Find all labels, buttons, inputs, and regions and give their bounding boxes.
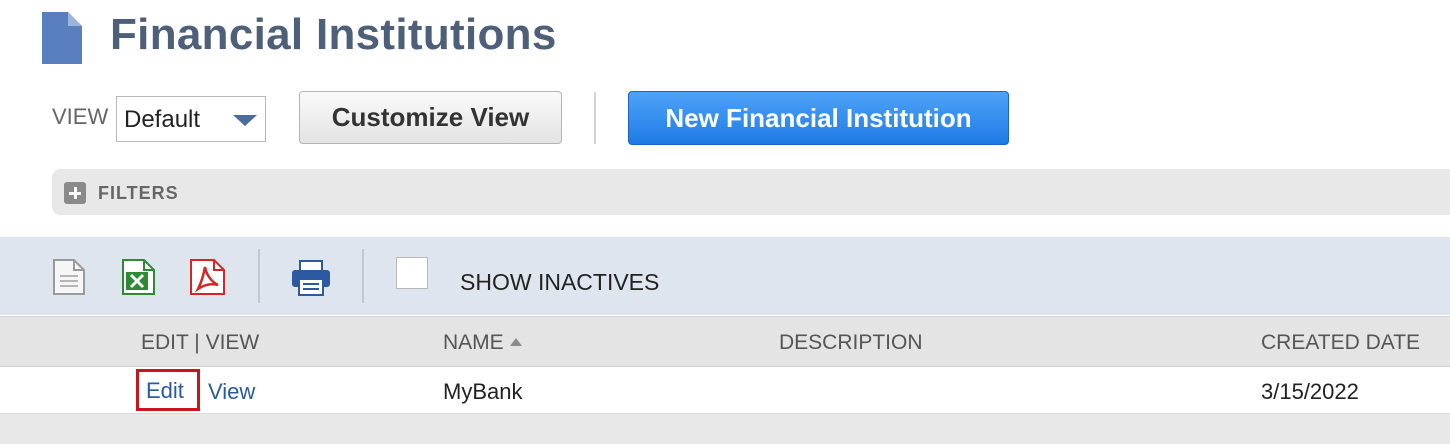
chevron-down-icon	[233, 115, 257, 126]
show-inactives-checkbox[interactable]	[396, 257, 428, 289]
table-header: EDIT | VIEW NAME DESCRIPTION CREATED DAT…	[0, 316, 1450, 367]
plus-icon[interactable]	[64, 182, 86, 204]
view-select[interactable]: Default	[116, 96, 266, 142]
list-toolbar: SHOW INACTIVES	[0, 237, 1450, 315]
new-document-icon[interactable]	[52, 259, 86, 295]
edit-link[interactable]: Edit	[146, 378, 184, 404]
created-date-cell: 3/15/2022	[1261, 379, 1359, 404]
table-row: Edit View MyBank 3/15/2022	[0, 367, 1450, 414]
customize-view-button[interactable]: Customize View	[299, 91, 562, 144]
document-icon	[42, 12, 82, 64]
divider	[594, 92, 596, 144]
name-cell: MyBank	[443, 379, 523, 404]
column-header-edit-view: EDIT | VIEW	[141, 331, 260, 354]
print-icon[interactable]	[290, 259, 332, 297]
excel-export-icon[interactable]	[120, 259, 156, 295]
view-label: VIEW	[52, 104, 109, 129]
view-select-value: Default	[124, 106, 201, 133]
view-link[interactable]: View	[208, 379, 255, 405]
page-title: Financial Institutions	[110, 10, 557, 59]
pdf-export-icon[interactable]	[188, 259, 226, 295]
toolbar-divider	[362, 249, 364, 303]
column-header-name[interactable]: NAME	[443, 331, 522, 355]
table-footer	[0, 414, 1450, 444]
show-inactives-label: SHOW INACTIVES	[460, 269, 660, 295]
toolbar-divider	[258, 249, 260, 303]
new-financial-institution-button[interactable]: New Financial Institution	[628, 91, 1009, 145]
filters-label: FILTERS	[98, 183, 179, 203]
column-header-created-date[interactable]: CREATED DATE	[1261, 331, 1420, 355]
filters-bar[interactable]: FILTERS	[52, 169, 1450, 215]
sort-ascending-icon	[509, 338, 522, 346]
column-header-description[interactable]: DESCRIPTION	[779, 331, 923, 355]
column-header-name-label: NAME	[443, 331, 504, 354]
